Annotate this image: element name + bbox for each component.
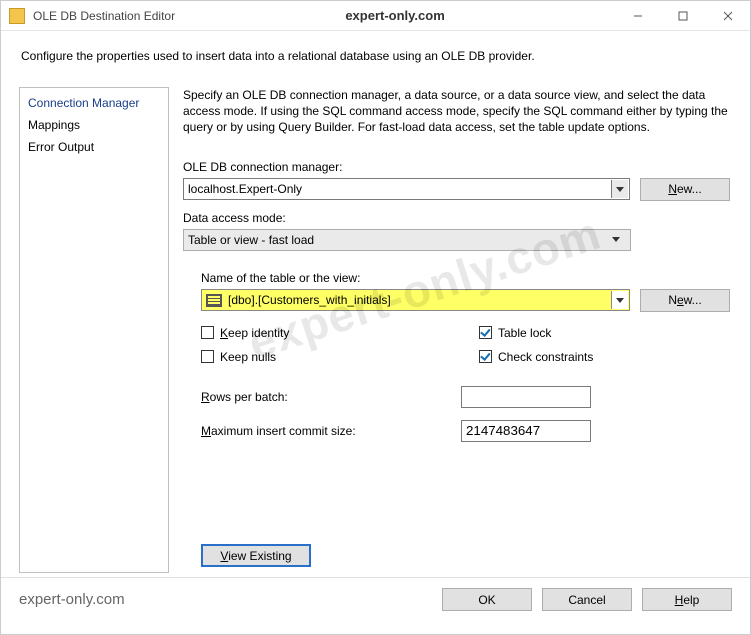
dialog-description: Configure the properties used to insert …	[1, 31, 750, 87]
max-commit-size-input[interactable]	[461, 420, 591, 442]
new-connection-button[interactable]: New...	[640, 178, 730, 201]
keep-identity-label: Keep identity	[220, 326, 289, 340]
chevron-down-icon	[607, 231, 624, 249]
table-name-value: [dbo].[Customers_with_initials]	[228, 293, 391, 307]
keep-nulls-checkbox[interactable]: Keep nulls	[201, 350, 479, 364]
data-access-mode-value: Table or view - fast load	[188, 233, 314, 247]
help-button[interactable]: Help	[642, 588, 732, 611]
chevron-down-icon	[611, 180, 628, 198]
ok-button[interactable]: OK	[442, 588, 532, 611]
table-icon	[206, 294, 222, 307]
table-lock-label: Table lock	[498, 326, 551, 340]
table-name-label: Name of the table or the view:	[201, 271, 730, 285]
minimize-button[interactable]	[615, 1, 660, 31]
checkbox-icon	[201, 350, 214, 363]
data-access-mode-label: Data access mode:	[183, 211, 730, 225]
view-existing-button[interactable]: View Existing	[201, 544, 311, 567]
connection-manager-value: localhost.Expert-Only	[188, 182, 302, 196]
checkbox-icon	[201, 326, 214, 339]
sidebar-item-error-output[interactable]: Error Output	[20, 136, 168, 158]
checkbox-checked-icon	[479, 350, 492, 363]
titlebar-center-text: expert-only.com	[175, 8, 615, 23]
footer-brand: expert-only.com	[19, 591, 432, 608]
cancel-button[interactable]: Cancel	[542, 588, 632, 611]
maximize-button[interactable]	[660, 1, 705, 31]
rows-per-batch-input[interactable]	[461, 386, 591, 408]
footer: expert-only.com OK Cancel Help	[1, 577, 750, 623]
connection-manager-dropdown[interactable]: localhost.Expert-Only	[183, 178, 630, 200]
table-name-dropdown[interactable]: [dbo].[Customers_with_initials]	[201, 289, 630, 311]
main-panel: Specify an OLE DB connection manager, a …	[177, 87, 732, 573]
max-commit-size-label: Maximum insert commit size:	[201, 424, 461, 438]
table-lock-checkbox[interactable]: Table lock	[479, 326, 593, 340]
check-constraints-checkbox[interactable]: Check constraints	[479, 350, 593, 364]
keep-nulls-label: Keep nulls	[220, 350, 276, 364]
sidebar: Connection Manager Mappings Error Output	[19, 87, 169, 573]
titlebar: OLE DB Destination Editor expert-only.co…	[1, 1, 750, 31]
intro-text: Specify an OLE DB connection manager, a …	[183, 87, 730, 136]
app-icon	[9, 8, 25, 24]
data-access-mode-dropdown[interactable]: Table or view - fast load	[183, 229, 631, 251]
keep-identity-checkbox[interactable]: Keep identity	[201, 326, 479, 340]
close-button[interactable]	[705, 1, 750, 31]
window-title: OLE DB Destination Editor	[33, 9, 175, 23]
rows-per-batch-label: Rows per batch:	[201, 390, 461, 404]
chevron-down-icon	[611, 291, 628, 309]
sidebar-item-mappings[interactable]: Mappings	[20, 114, 168, 136]
sidebar-item-connection-manager[interactable]: Connection Manager	[20, 92, 168, 114]
connection-manager-label: OLE DB connection manager:	[183, 160, 730, 174]
new-table-button[interactable]: New...	[640, 289, 730, 312]
checkbox-checked-icon	[479, 326, 492, 339]
check-constraints-label: Check constraints	[498, 350, 593, 364]
